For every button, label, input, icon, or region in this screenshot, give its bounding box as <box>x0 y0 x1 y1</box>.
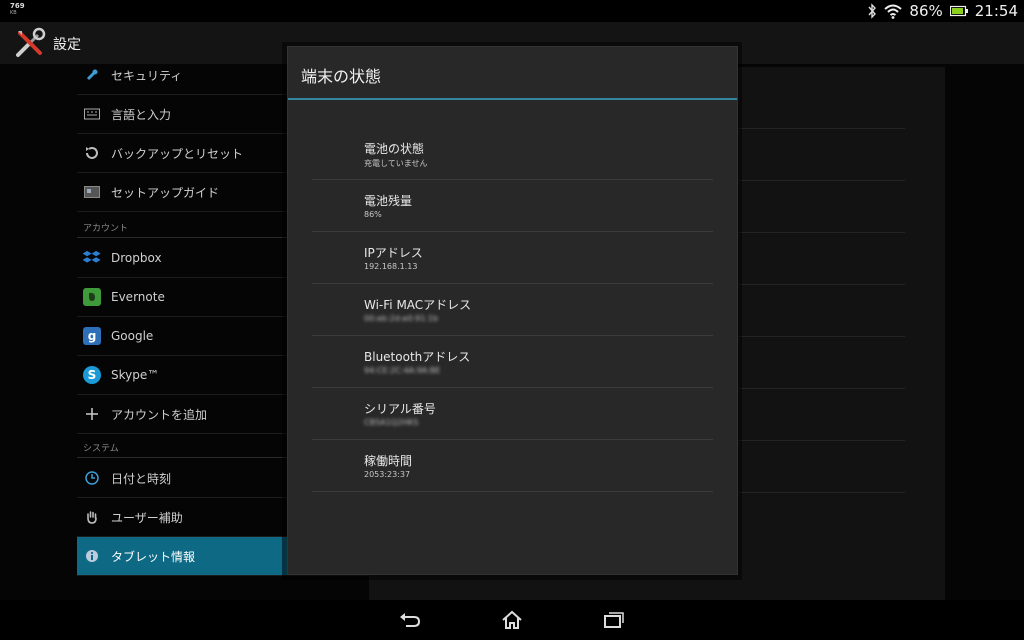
dialog-title: 端末の状態 <box>301 67 382 86</box>
row-title: Bluetoothアドレス <box>364 350 471 364</box>
status-bar: 769 KB 86% 21:54 <box>0 0 1024 22</box>
google-icon: g <box>83 327 101 345</box>
row-title: 稼働時間 <box>364 454 413 468</box>
sidebar-item-label: ユーザー補助 <box>111 510 183 525</box>
setup-guide-icon <box>83 183 101 201</box>
navigation-bar <box>0 600 1024 640</box>
ip-address-row: IPアドレス 192.168.1.13 <box>312 232 713 284</box>
row-title: シリアル番号 <box>364 402 436 416</box>
row-value: 94:CE:2C:4A:9A:BE <box>364 366 441 375</box>
sidebar-item-label: Skype™ <box>111 368 160 382</box>
network-speed-unit: KB <box>10 10 17 16</box>
hand-icon <box>83 508 101 526</box>
network-speed-indicator: 769 KB <box>10 3 25 17</box>
accounts-section-header: アカウント <box>83 224 129 234</box>
row-value: CB5A1Q2HKS <box>364 418 419 427</box>
app-title: 設定 <box>53 37 81 53</box>
keyboard-icon <box>83 105 101 123</box>
sidebar-item-label: Evernote <box>111 290 165 304</box>
uptime-row: 稼働時間 2053:23:37 <box>312 440 713 492</box>
clock-time: 21:54 <box>974 2 1018 20</box>
dialog-title-divider <box>288 98 737 100</box>
row-value: 充電していません <box>364 159 428 168</box>
skype-icon: S <box>83 366 101 384</box>
evernote-icon <box>83 288 101 306</box>
battery-status-row: 電池の状態 充電していません <box>312 128 713 180</box>
status-icons: 86% 21:54 <box>867 0 1018 22</box>
bluetooth-address-row: Bluetoothアドレス 94:CE:2C:4A:9A:BE <box>312 336 713 388</box>
dropbox-icon <box>83 249 101 267</box>
sidebar-item-label: 言語と入力 <box>111 107 172 122</box>
sidebar-item-label: セキュリティ <box>111 68 183 83</box>
home-icon[interactable] <box>500 610 524 630</box>
serial-number-row: シリアル番号 CB5A1Q2HKS <box>312 388 713 440</box>
network-speed-value: 769 <box>10 2 25 10</box>
plus-icon <box>83 405 101 423</box>
sidebar-item-label: セットアップガイド <box>111 185 220 200</box>
recent-apps-icon[interactable] <box>602 610 626 630</box>
sidebar-item-label: アカウントを追加 <box>111 407 208 422</box>
info-icon <box>83 547 101 565</box>
wifi-mac-row: Wi-Fi MACアドレス 00:eb:2d:e0:91:1b <box>312 284 713 336</box>
clock-icon <box>83 469 101 487</box>
sidebar-item-label: Google <box>111 329 154 343</box>
battery-level-row: 電池残量 86% <box>312 180 713 232</box>
sidebar-item-label: Dropbox <box>111 251 162 265</box>
wifi-icon <box>884 4 903 19</box>
sidebar-item-label: 日付と時刻 <box>111 471 172 486</box>
sidebar-item-label: タブレット情報 <box>111 549 196 564</box>
row-title: Wi-Fi MACアドレス <box>364 298 472 312</box>
battery-icon <box>949 5 968 17</box>
row-value: 86% <box>364 210 382 219</box>
system-section-header: システム <box>83 444 119 454</box>
row-title: 電池の状態 <box>364 142 425 156</box>
row-value: 00:eb:2d:e0:91:1b <box>364 314 439 323</box>
bluetooth-icon <box>868 3 877 19</box>
sidebar-item-label: バックアップとリセット <box>111 146 244 161</box>
lock-icon <box>83 66 101 84</box>
device-status-dialog: 端末の状態 電池の状態 充電していません 電池残量 86% IPアドレス 192… <box>287 46 738 575</box>
restore-icon <box>83 144 101 162</box>
row-value: 2053:23:37 <box>364 470 411 479</box>
battery-percent: 86% <box>909 2 943 20</box>
row-title: IPアドレス <box>364 246 423 260</box>
row-title: 電池残量 <box>364 194 413 208</box>
back-icon[interactable] <box>398 610 422 630</box>
row-value: 192.168.1.13 <box>364 262 418 271</box>
settings-tools-icon[interactable] <box>14 27 46 59</box>
